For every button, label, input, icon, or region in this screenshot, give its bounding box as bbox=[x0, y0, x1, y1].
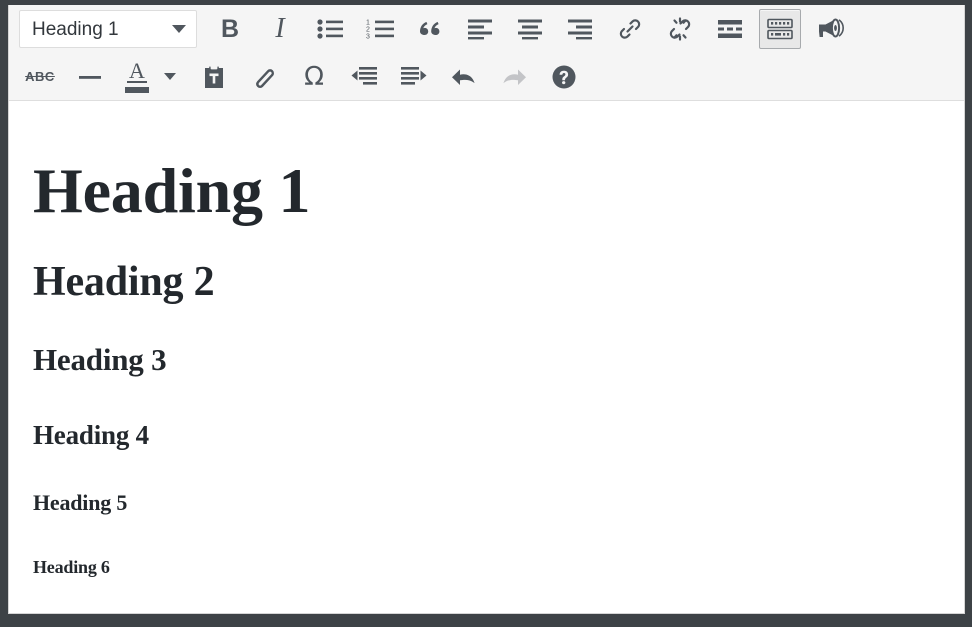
bold-button[interactable]: B bbox=[209, 9, 251, 49]
increase-indent-button[interactable] bbox=[393, 57, 435, 97]
blockquote-icon bbox=[417, 18, 443, 40]
chevron-down-icon bbox=[164, 73, 176, 80]
blockquote-button[interactable] bbox=[409, 9, 451, 49]
text-color-icon: A bbox=[127, 57, 147, 83]
redo-button[interactable] bbox=[493, 57, 535, 97]
bulleted-list-icon bbox=[317, 18, 343, 40]
content-heading-6: Heading 6 bbox=[33, 557, 110, 578]
eraser-icon bbox=[251, 65, 277, 89]
strikethrough-button[interactable]: ABC bbox=[19, 57, 61, 97]
special-character-button[interactable]: Ω bbox=[293, 57, 335, 97]
text-color-caret[interactable] bbox=[157, 57, 183, 97]
text-color-button[interactable]: A bbox=[119, 57, 155, 97]
clipboard-icon bbox=[202, 64, 226, 90]
numbered-list-button[interactable]: 1 2 3 bbox=[359, 9, 401, 49]
clear-formatting-button[interactable] bbox=[243, 57, 285, 97]
align-center-button[interactable] bbox=[509, 9, 551, 49]
help-icon bbox=[551, 64, 577, 90]
horizontal-rule-button[interactable] bbox=[69, 57, 111, 97]
format-select[interactable]: Heading 1 bbox=[19, 10, 197, 48]
insert-link-button[interactable] bbox=[609, 9, 651, 49]
text-color-swatch bbox=[125, 86, 149, 93]
keyboard-icon bbox=[766, 17, 794, 41]
insert-read-more-button[interactable] bbox=[709, 9, 751, 49]
editor-content-area[interactable]: Heading 1 Heading 2 Heading 3 Heading 4 … bbox=[9, 101, 964, 613]
svg-text:1: 1 bbox=[366, 20, 370, 27]
italic-icon: I bbox=[275, 13, 285, 44]
content-heading-4: Heading 4 bbox=[33, 419, 149, 450]
megaphone-icon bbox=[816, 16, 844, 42]
align-left-button[interactable] bbox=[459, 9, 501, 49]
undo-button[interactable] bbox=[443, 57, 485, 97]
bulleted-list-button[interactable] bbox=[309, 9, 351, 49]
italic-button[interactable]: I bbox=[259, 9, 301, 49]
toolbar-toggle-button[interactable] bbox=[759, 9, 801, 49]
paste-as-text-button[interactable] bbox=[193, 57, 235, 97]
content-heading-1: Heading 1 bbox=[33, 155, 311, 226]
align-center-icon bbox=[517, 18, 543, 40]
toolbar-row-1: Heading 1 B I 1 2 3 bbox=[9, 5, 964, 53]
keyboard-shortcuts-button[interactable] bbox=[543, 57, 585, 97]
chevron-down-icon bbox=[172, 25, 186, 33]
toolbar-row-2: ABC A Ω bbox=[9, 53, 964, 100]
unlink-icon bbox=[667, 16, 693, 42]
app-frame: Heading 1 B I 1 2 3 ABC A Ω Heading 1 He… bbox=[0, 0, 972, 627]
align-left-icon bbox=[467, 18, 493, 40]
numbered-list-icon: 1 2 3 bbox=[366, 18, 394, 40]
horizontal-rule-icon bbox=[77, 66, 103, 88]
svg-text:3: 3 bbox=[366, 34, 370, 41]
link-icon bbox=[617, 16, 643, 42]
undo-icon bbox=[451, 65, 477, 89]
align-right-button[interactable] bbox=[559, 9, 601, 49]
content-heading-5: Heading 5 bbox=[33, 490, 128, 516]
editor-window: Heading 1 B I 1 2 3 ABC A Ω Heading 1 He… bbox=[8, 5, 965, 614]
indent-icon bbox=[401, 66, 427, 88]
editor-toolbar: Heading 1 B I 1 2 3 ABC A Ω bbox=[9, 5, 964, 101]
bold-icon: B bbox=[220, 14, 240, 43]
strikethrough-icon: ABC bbox=[25, 69, 55, 84]
content-heading-3: Heading 3 bbox=[33, 342, 167, 378]
svg-text:2: 2 bbox=[366, 27, 370, 34]
remove-link-button[interactable] bbox=[659, 9, 701, 49]
omega-icon: Ω bbox=[304, 61, 324, 92]
read-more-icon bbox=[717, 18, 743, 40]
distraction-free-button[interactable] bbox=[809, 9, 851, 49]
align-right-icon bbox=[567, 18, 593, 40]
decrease-indent-button[interactable] bbox=[343, 57, 385, 97]
outdent-icon bbox=[351, 66, 377, 88]
redo-icon bbox=[501, 65, 527, 89]
format-select-value: Heading 1 bbox=[32, 18, 119, 40]
content-heading-2: Heading 2 bbox=[33, 259, 215, 306]
